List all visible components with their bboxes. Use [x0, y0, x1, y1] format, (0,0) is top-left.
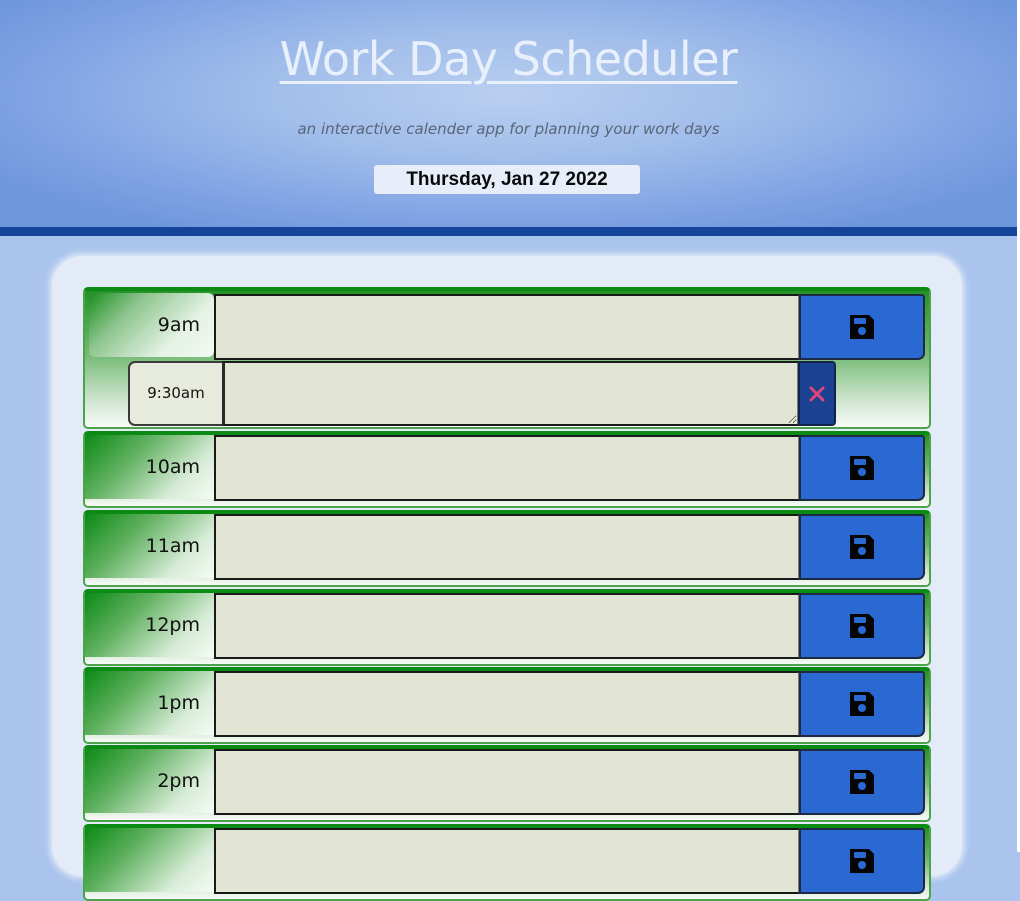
save-button[interactable]: [799, 294, 925, 360]
delete-button[interactable]: [798, 361, 836, 426]
save-button[interactable]: [799, 749, 925, 815]
time-block-next: [83, 824, 931, 901]
save-button[interactable]: [799, 435, 925, 501]
floppy-disk-icon: [850, 849, 874, 873]
floppy-disk-icon: [850, 770, 874, 794]
task-input[interactable]: [214, 671, 801, 737]
time-block-11am: 11am: [83, 510, 931, 587]
time-block-12pm: 12pm: [83, 589, 931, 666]
hour-label: 12pm: [85, 593, 214, 657]
hour-label: 2pm: [85, 749, 214, 813]
hour-label: 9am: [89, 293, 214, 357]
save-button[interactable]: [799, 671, 925, 737]
hour-label: 11am: [85, 514, 214, 578]
floppy-disk-icon: [850, 614, 874, 638]
task-input[interactable]: [214, 749, 801, 815]
task-input[interactable]: [214, 294, 801, 360]
task-input[interactable]: [214, 435, 801, 501]
task-input[interactable]: [214, 514, 801, 580]
hour-label: 10am: [85, 435, 214, 499]
floppy-disk-icon: [850, 692, 874, 716]
time-block-9am: 9am 9:30am: [83, 287, 931, 429]
hour-label: 1pm: [85, 671, 214, 735]
time-block-1pm: 1pm: [83, 667, 931, 744]
save-button[interactable]: [799, 828, 925, 894]
save-button[interactable]: [799, 514, 925, 580]
save-button[interactable]: [799, 593, 925, 659]
hour-label: [85, 828, 214, 892]
current-date: Thursday, Jan 27 2022: [374, 165, 640, 194]
page-title: Work Day Scheduler: [279, 32, 738, 86]
floppy-disk-icon: [850, 456, 874, 480]
header: Work Day Scheduler an interactive calend…: [0, 0, 1017, 227]
floppy-disk-icon: [850, 535, 874, 559]
sub-slot-time: 9:30am: [128, 361, 224, 426]
task-input[interactable]: [214, 828, 801, 894]
task-input[interactable]: [214, 593, 801, 659]
page-subtitle: an interactive calender app for planning…: [297, 120, 720, 138]
close-x-icon: [809, 386, 825, 401]
sub-slot-task-input[interactable]: [222, 361, 800, 426]
header-divider: [0, 227, 1017, 236]
floppy-disk-icon: [850, 315, 874, 339]
sub-slot-row: 9:30am: [128, 361, 837, 426]
time-block-10am: 10am: [83, 431, 931, 508]
time-block-2pm: 2pm: [83, 745, 931, 822]
